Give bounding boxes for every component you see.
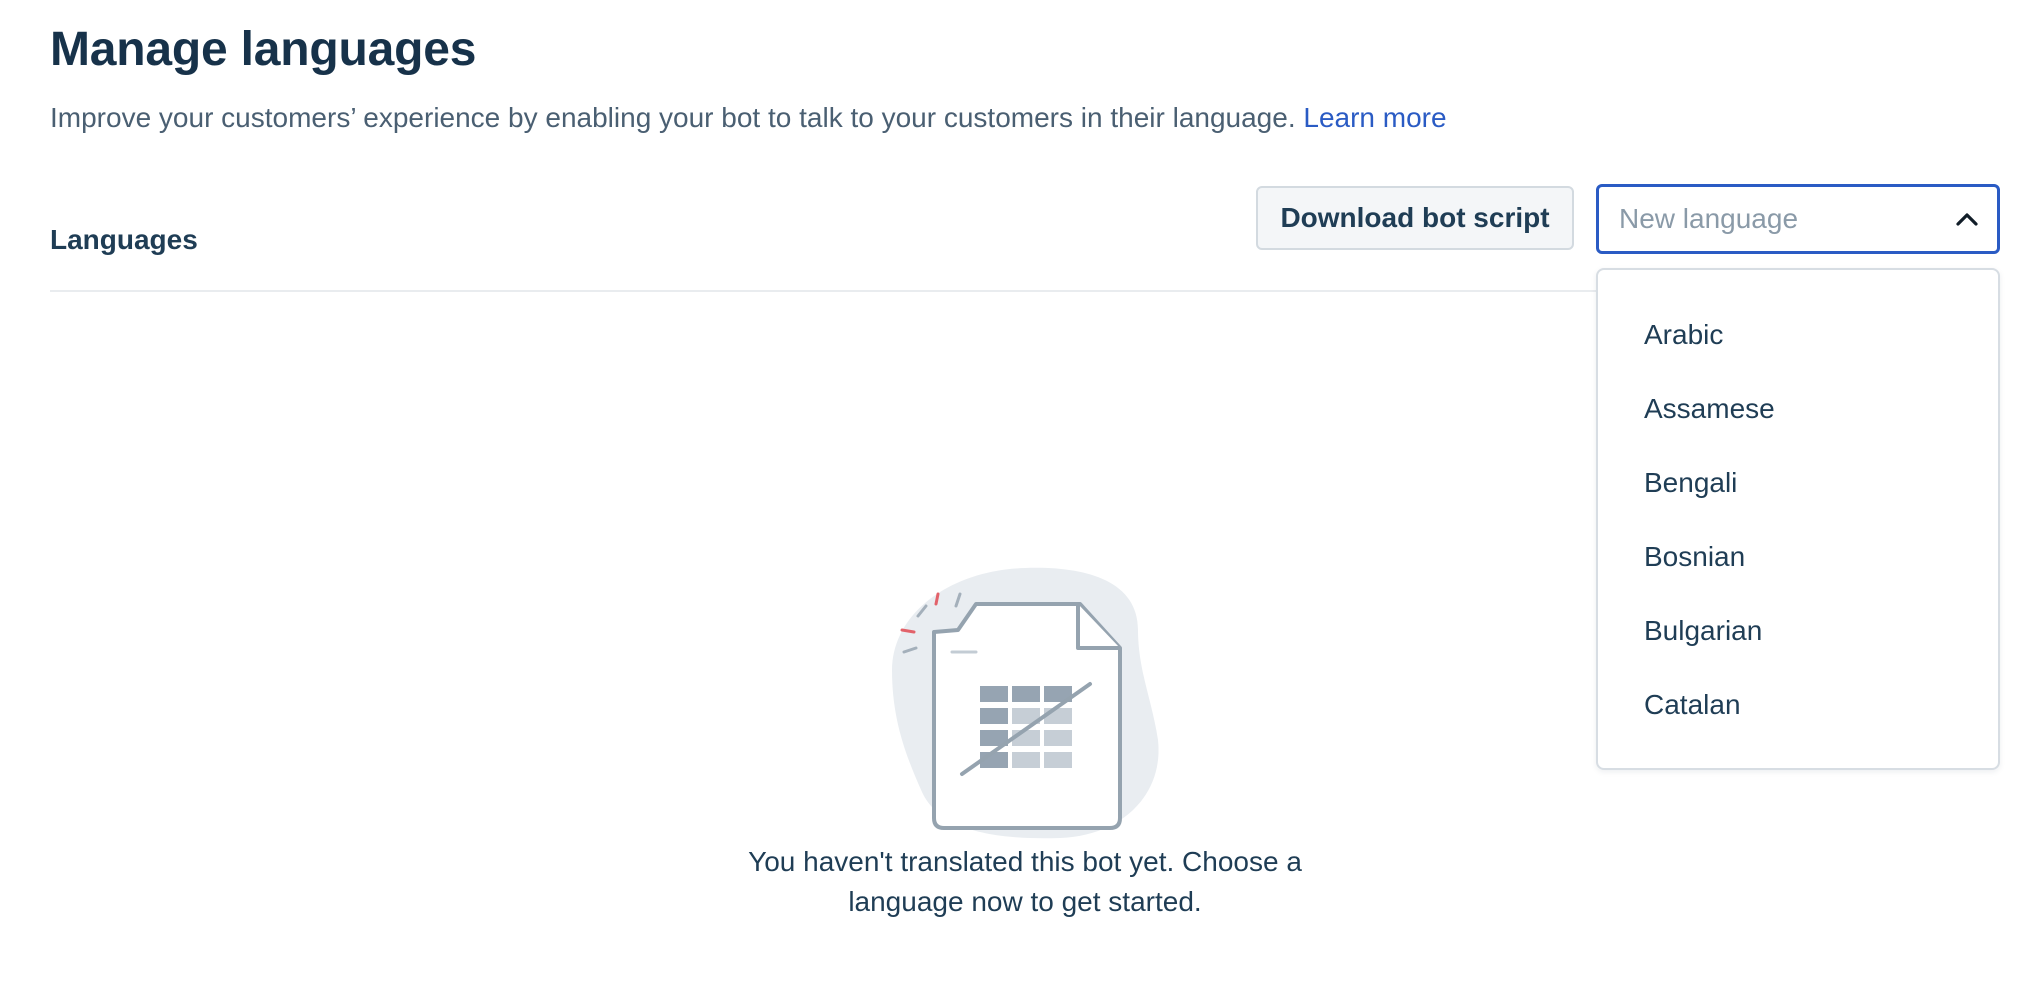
language-option[interactable]: Bengali	[1598, 446, 1998, 520]
page-description: Improve your customers’ experience by en…	[50, 102, 1447, 134]
language-option[interactable]: Arabic	[1598, 298, 1998, 372]
learn-more-link[interactable]: Learn more	[1303, 102, 1446, 133]
description-text: Improve your customers’ experience by en…	[50, 102, 1296, 133]
language-option[interactable]: Bulgarian	[1598, 594, 1998, 668]
download-bot-script-button[interactable]: Download bot script	[1256, 186, 1574, 250]
language-options-list: Arabic Assamese Bengali Bosnian Bulgaria…	[1598, 270, 1998, 768]
section-divider	[50, 290, 1610, 292]
language-dropdown-menu[interactable]: Arabic Assamese Bengali Bosnian Bulgaria…	[1596, 268, 2000, 770]
new-language-placeholder: New language	[1619, 203, 1799, 234]
language-option[interactable]: Chinese	[1598, 742, 1998, 768]
language-option[interactable]: Bosnian	[1598, 520, 1998, 594]
empty-state-message: You haven't translated this bot yet. Cho…	[748, 846, 1302, 917]
manage-languages-page: Manage languages Improve your customers’…	[0, 0, 2042, 982]
language-option[interactable]: Catalan	[1598, 668, 1998, 742]
language-option[interactable]: Assamese	[1598, 372, 1998, 446]
languages-section-label: Languages	[50, 224, 198, 255]
page-title: Manage languages	[50, 23, 477, 76]
empty-document-table-icon	[880, 560, 1170, 840]
new-language-select[interactable]: New language	[1596, 184, 2000, 254]
chevron-up-icon[interactable]	[1953, 205, 1981, 233]
